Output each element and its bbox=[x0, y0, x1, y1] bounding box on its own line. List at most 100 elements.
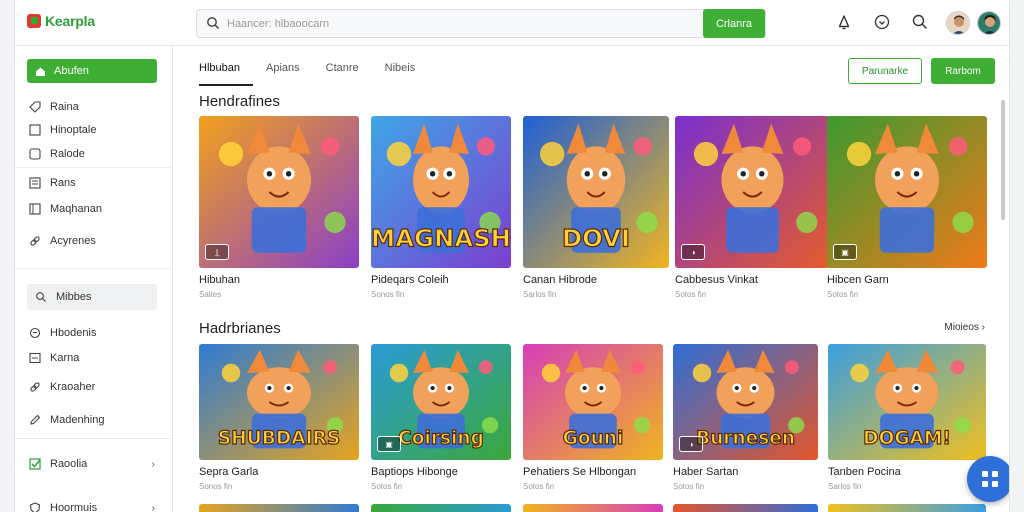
game-card[interactable]: DOVI Canan Hibrode Sarlos fin bbox=[523, 116, 669, 302]
divider bbox=[15, 268, 173, 269]
game-card[interactable] bbox=[673, 504, 818, 512]
game-title: Canan Hibrode bbox=[523, 274, 597, 286]
search-icon[interactable] bbox=[911, 13, 929, 31]
game-thumbnail[interactable]: Burnesen ◑ bbox=[673, 344, 818, 460]
sidebar-item-label: Raina bbox=[50, 101, 79, 113]
search-button[interactable]: Crlanra bbox=[703, 9, 765, 38]
download-icon[interactable] bbox=[873, 13, 891, 31]
tab-apians[interactable]: Apians bbox=[266, 62, 313, 86]
scrollbar[interactable] bbox=[1001, 100, 1005, 220]
game-art-title: Burnesen bbox=[696, 428, 795, 449]
sidebar-primary-label: Abufen bbox=[54, 65, 89, 77]
game-thumbnail[interactable]: ◑ bbox=[675, 116, 830, 268]
game-card[interactable]: MAGNASH Pideqars Coleih Sonos fin bbox=[371, 116, 511, 302]
game-card[interactable] bbox=[371, 504, 511, 512]
pen-icon bbox=[30, 414, 41, 425]
game-card[interactable]: Coirsing ▣ Baptiops Hibonge Sotos fin bbox=[371, 344, 511, 494]
top-bar: Kearpla Crlanra bbox=[15, 0, 1009, 46]
sidebar-item-label: Hoormuis bbox=[50, 502, 98, 512]
avatar[interactable] bbox=[946, 11, 970, 35]
sidebar-item-label: Hinoptale bbox=[50, 124, 97, 136]
app-window: Kearpla Crlanra Abufen Raina Hinoptale bbox=[14, 0, 1010, 512]
tab-nibeis[interactable]: Nibeis bbox=[385, 62, 429, 86]
sidebar-item-label: Ralode bbox=[50, 148, 85, 160]
divider bbox=[15, 167, 173, 168]
game-card[interactable]: SHUBDAIRS Sepra Garla Sonos fin bbox=[199, 344, 359, 494]
chevron-right-icon: › bbox=[151, 458, 155, 470]
game-thumbnail[interactable]: Coirsing ▣ bbox=[371, 344, 511, 460]
game-art-title: Coirsing bbox=[398, 428, 484, 449]
tab-ctanre[interactable]: Ctanre bbox=[326, 62, 372, 86]
game-title: Pehatiers Se Hlbongan bbox=[523, 466, 637, 478]
game-meta: Sotos fin bbox=[827, 290, 859, 299]
search-icon bbox=[36, 292, 46, 302]
game-meta: Sotos fin bbox=[675, 290, 707, 299]
sidebar-item-maqhanan[interactable]: Maqhanan bbox=[27, 198, 157, 220]
game-card[interactable]: l̲ Hibuhan Saltes bbox=[199, 116, 359, 302]
game-thumbnail[interactable]: l̲ bbox=[199, 116, 359, 268]
game-card[interactable]: DOGAM! Tanben Pocina Sarlos fin bbox=[828, 344, 986, 494]
sidebar-item-label: Karna bbox=[50, 352, 80, 364]
logo-icon bbox=[27, 14, 41, 28]
logo[interactable]: Kearpla bbox=[27, 13, 95, 29]
game-meta: Sarlos fin bbox=[828, 482, 862, 491]
sidebar-item-raina[interactable]: Raina bbox=[27, 96, 157, 118]
sidebar-primary-button[interactable]: Abufen bbox=[27, 59, 157, 83]
search-input[interactable] bbox=[227, 15, 697, 33]
game-thumbnail[interactable]: SHUBDAIRS bbox=[199, 344, 359, 460]
game-thumbnail[interactable]: ▣ bbox=[827, 116, 987, 268]
sidebar-item-label: Raoolia bbox=[50, 458, 88, 470]
primary-action-button[interactable]: Rarbom bbox=[931, 58, 995, 84]
see-more-link[interactable]: Mioieos › bbox=[944, 322, 985, 333]
game-title: Baptiops Hibonge bbox=[371, 466, 458, 478]
sidebar-item-label: Madenhing bbox=[50, 414, 105, 426]
sidebar-item-hbodenis[interactable]: Hbodenis bbox=[27, 322, 157, 344]
sidebar-item-hinoptale[interactable]: Hinoptale bbox=[27, 119, 157, 141]
game-title: Tanben Pocina bbox=[828, 466, 901, 478]
secondary-action-button[interactable]: Parunarke bbox=[848, 58, 922, 84]
game-card[interactable] bbox=[523, 504, 663, 512]
media-badge-icon: ▣ bbox=[377, 436, 401, 452]
tab-bar: Hlbuban Apians Ctanre Nibeis bbox=[199, 62, 441, 86]
game-card[interactable] bbox=[828, 504, 986, 512]
sidebar-item-karna[interactable]: Karna bbox=[27, 347, 157, 369]
game-meta: Sotos fin bbox=[673, 482, 705, 491]
section-title: Hadrbrianes bbox=[199, 320, 281, 337]
sidebar-item-ralode[interactable]: Ralode bbox=[27, 143, 157, 165]
square-icon bbox=[29, 148, 41, 160]
game-title: Hibcen Garn bbox=[827, 274, 889, 286]
sidebar-item-kraoaher[interactable]: Kraoaher bbox=[27, 376, 157, 398]
game-art-title: Gouni bbox=[563, 428, 624, 449]
sidebar-item-raoolia[interactable]: Raoolia › bbox=[27, 453, 157, 475]
game-art-title: DOGAM! bbox=[863, 428, 951, 449]
bell-icon[interactable] bbox=[835, 13, 853, 31]
game-thumbnail[interactable]: Gouni bbox=[523, 344, 663, 460]
game-card[interactable] bbox=[199, 504, 359, 512]
sidebar-item-label: Maqhanan bbox=[50, 203, 102, 215]
check-icon bbox=[29, 458, 41, 470]
divider bbox=[15, 438, 173, 439]
game-card[interactable]: ◑ Cabbesus Vinkat Sotos fin bbox=[675, 116, 830, 302]
avatar[interactable] bbox=[977, 11, 1001, 35]
chat-icon bbox=[29, 327, 41, 339]
game-art-title: MAGNASH bbox=[371, 224, 511, 253]
game-card[interactable]: ▣ Hibcen Garn Sotos fin bbox=[827, 116, 987, 302]
game-card[interactable]: Gouni Pehatiers Se Hlbongan Sotos fin bbox=[523, 344, 663, 494]
list-icon bbox=[29, 352, 41, 364]
game-card[interactable]: Burnesen ◑ Haber Sartan Sotos fin bbox=[673, 344, 818, 494]
sidebar-item-acyrenes[interactable]: Acyrenes bbox=[27, 230, 157, 252]
tab-hlbuban[interactable]: Hlbuban bbox=[199, 62, 253, 86]
search-bar bbox=[196, 9, 766, 38]
main-content: Hlbuban Apians Ctanre Nibeis Parunarke R… bbox=[173, 46, 1009, 512]
sidebar-item-label: Mibbes bbox=[56, 291, 92, 303]
game-thumbnail[interactable]: MAGNASH bbox=[371, 116, 511, 268]
game-thumbnail[interactable]: DOGAM! bbox=[828, 344, 986, 460]
shield-icon bbox=[29, 502, 41, 512]
apps-fab-button[interactable] bbox=[967, 456, 1009, 502]
game-thumbnail[interactable]: DOVI bbox=[523, 116, 669, 268]
game-meta: Sonos fin bbox=[199, 482, 233, 491]
sidebar-item-hoormuis[interactable]: Hoormuis › bbox=[27, 497, 157, 512]
sidebar-item-mibbes[interactable]: Mibbes bbox=[27, 284, 157, 310]
sidebar-item-madenhing[interactable]: Madenhing bbox=[27, 409, 157, 431]
sidebar-item-rans[interactable]: Rans bbox=[27, 172, 157, 194]
